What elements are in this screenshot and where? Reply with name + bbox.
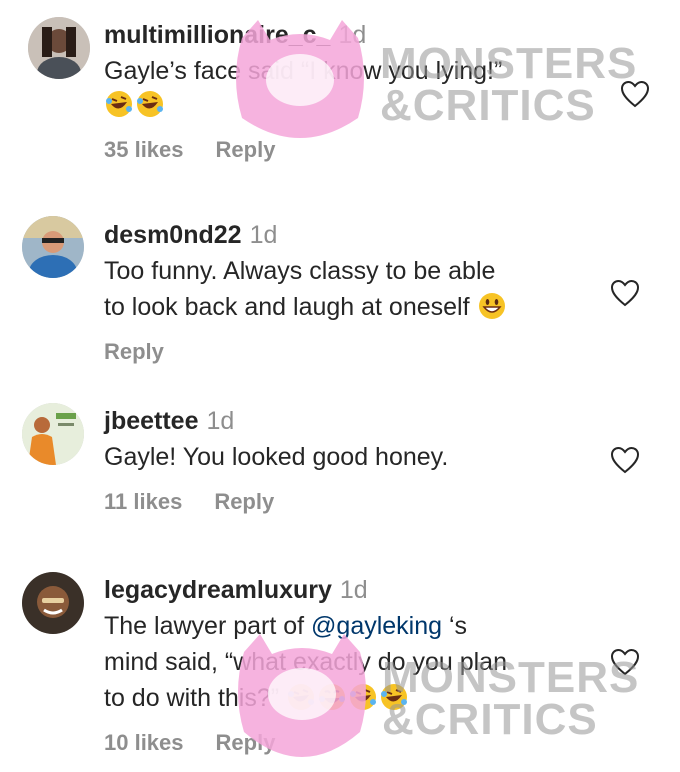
- reply-button[interactable]: Reply: [216, 137, 276, 162]
- likes-count[interactable]: 10 likes: [104, 730, 184, 755]
- username[interactable]: desm0nd22: [104, 221, 242, 249]
- laughing-sweat-emoji: [317, 682, 347, 712]
- avatar[interactable]: [28, 17, 90, 79]
- heart-icon[interactable]: [610, 279, 640, 307]
- username[interactable]: legacydreamluxury: [104, 576, 332, 604]
- rofl-emoji: [104, 89, 134, 119]
- rofl-emoji: [348, 682, 378, 712]
- heart-icon[interactable]: [610, 446, 640, 474]
- heart-icon[interactable]: [620, 80, 650, 108]
- timestamp: 1d: [249, 221, 278, 249]
- mention-link[interactable]: @gayleking: [311, 612, 442, 640]
- comment-text: to do with this?”: [104, 684, 280, 712]
- username[interactable]: multimillionaire_c_: [104, 21, 330, 49]
- rofl-emoji: [379, 682, 409, 712]
- reply-button[interactable]: Reply: [214, 489, 274, 514]
- reply-button[interactable]: Reply: [216, 730, 276, 755]
- timestamp: 1d: [339, 576, 368, 604]
- likes-count[interactable]: 11 likes: [104, 489, 182, 514]
- reply-button[interactable]: Reply: [104, 339, 164, 364]
- likes-count[interactable]: 35 likes: [104, 137, 184, 162]
- avatar[interactable]: [22, 572, 84, 634]
- comment-text: to look back and laugh at oneself: [104, 293, 470, 321]
- avatar[interactable]: [22, 216, 84, 278]
- rofl-emoji: [135, 89, 165, 119]
- comment-text: Gayle! You looked good honey.: [104, 443, 449, 471]
- emoji-row: [104, 87, 610, 123]
- comment-text: The lawyer part of: [104, 612, 312, 640]
- rofl-emoji: [286, 682, 316, 712]
- avatar[interactable]: [22, 403, 84, 465]
- timestamp: 1d: [338, 21, 367, 49]
- comment-text: Gayle’s face said “I know you lying!”: [104, 57, 503, 85]
- grinning-emoji: [477, 291, 507, 321]
- comment-text: mind said, “what exactly do you plan: [104, 648, 507, 676]
- username[interactable]: jbeettee: [104, 407, 198, 435]
- comment-text: ‘s: [442, 612, 468, 640]
- heart-icon[interactable]: [610, 648, 640, 676]
- timestamp: 1d: [206, 407, 235, 435]
- comment-text: Too funny. Always classy to be able: [104, 257, 496, 285]
